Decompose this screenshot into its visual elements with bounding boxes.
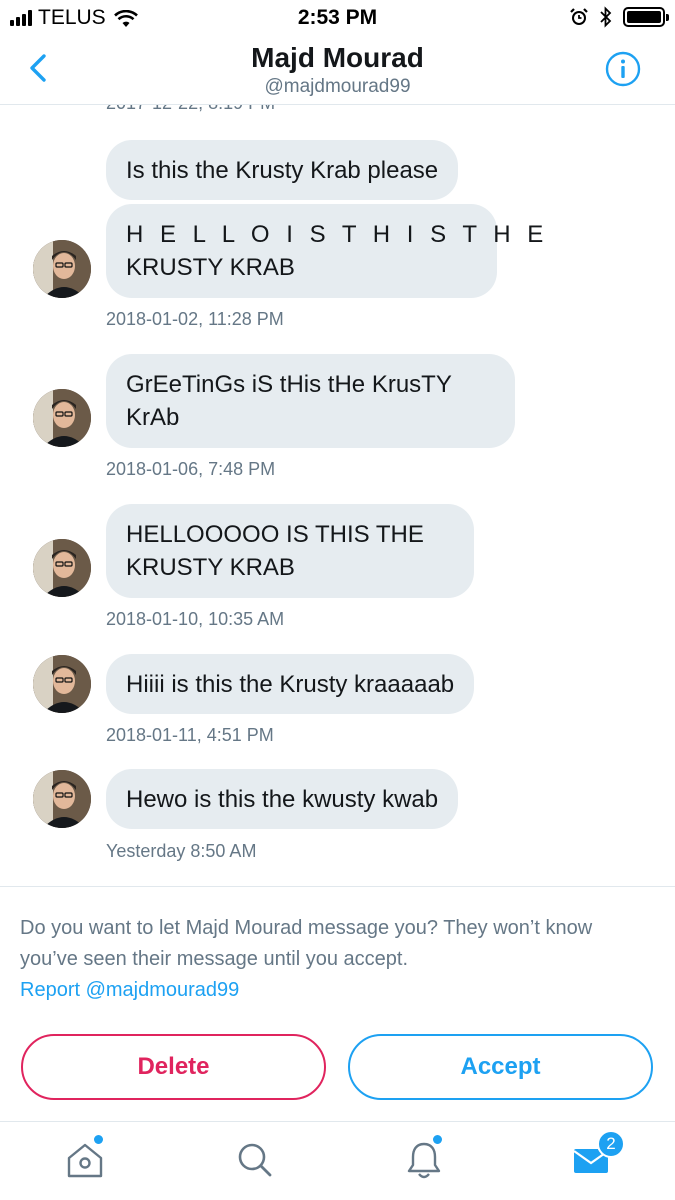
- message-timestamp: 2017-12-22, 8:19 PM: [106, 105, 275, 114]
- message-text: H E L L O I S T H I S T H E: [126, 221, 549, 248]
- message-timestamp: 2018-01-02, 11:28 PM: [106, 309, 284, 329]
- avatar-photo-icon: [33, 655, 91, 713]
- message-timestamp: Yesterday 8:50 AM: [106, 841, 257, 861]
- message-bubble[interactable]: Is this the Krusty Krab please: [106, 140, 459, 200]
- message-text: HELLOOOOO IS THIS THE: [126, 521, 424, 548]
- home-icon[interactable]: [63, 1138, 107, 1182]
- message-request-panel: Do you want to let Majd Mourad message y…: [0, 886, 675, 1121]
- avatar-photo-icon: [33, 539, 91, 597]
- message-bubble[interactable]: Hiiii is this the Krusty kraaaaab: [106, 654, 475, 714]
- message-bubble[interactable]: GrEeTinGs iS tHis tHe KrusTY KrAb: [106, 354, 515, 448]
- tab-bar: 2: [0, 1121, 675, 1200]
- search-icon[interactable]: [233, 1138, 277, 1182]
- report-link[interactable]: Report @majdmourad99: [20, 975, 239, 1006]
- message-text: Hiiii is this the Krusty kraaaaab: [126, 671, 455, 698]
- message-timestamp: 2018-01-06, 7:48 PM: [106, 459, 276, 479]
- status-bar: TELUS 2:53 PM: [0, 0, 675, 34]
- notifications-unread-dot: [433, 1135, 442, 1144]
- avatar[interactable]: [33, 770, 91, 828]
- message-bubble[interactable]: Hewo is this the kwusty kwab: [106, 769, 459, 829]
- battery-icon: [623, 7, 669, 27]
- message-text: KRUSTY KRAB: [126, 254, 295, 281]
- conversation-title: Majd Mourad @majdmourad99: [0, 42, 675, 98]
- avatar-photo-icon: [33, 770, 91, 828]
- home-unread-dot: [94, 1135, 103, 1144]
- message-thread[interactable]: 2017-12-22, 8:19 PM Is this the Krusty K…: [0, 105, 675, 885]
- message-text: GrEeTinGs iS tHis tHe KrusTY: [126, 371, 452, 398]
- accept-button[interactable]: Accept: [348, 1034, 653, 1100]
- battery-fill: [627, 11, 661, 23]
- alarm-icon: [570, 8, 588, 25]
- info-icon[interactable]: [605, 51, 641, 87]
- conversation-header: Majd Mourad @majdmourad99: [0, 34, 675, 105]
- messages-badge: 2: [597, 1130, 625, 1158]
- message-timestamp: 2018-01-11, 4:51 PM: [106, 725, 274, 745]
- request-prompt: Do you want to let Majd Mourad message y…: [20, 917, 593, 970]
- avatar-photo-icon: [33, 240, 91, 298]
- message-bubble[interactable]: HELLOOOOO IS THIS THE KRUSTY KRAB: [106, 504, 474, 598]
- message-text: KrAb: [126, 404, 180, 431]
- delete-button[interactable]: Delete: [21, 1034, 326, 1100]
- avatar[interactable]: [33, 539, 91, 597]
- avatar[interactable]: [33, 655, 91, 713]
- contact-handle: @majdmourad99: [264, 76, 411, 97]
- bell-icon[interactable]: [402, 1138, 446, 1182]
- status-right: [569, 6, 669, 28]
- avatar[interactable]: [33, 389, 91, 447]
- bluetooth-icon: [600, 6, 612, 28]
- message-text: Hewo is this the kwusty kwab: [126, 786, 439, 813]
- avatar-photo-icon: [33, 389, 91, 447]
- avatar[interactable]: [33, 240, 91, 298]
- message-text: Is this the Krusty Krab please: [126, 157, 439, 184]
- contact-name: Majd Mourad: [251, 42, 424, 73]
- message-bubble[interactable]: H E L L O I S T H I S T H E KRUSTY KRAB: [106, 204, 549, 298]
- message-text: KRUSTY KRAB: [126, 554, 295, 581]
- message-timestamp: 2018-01-10, 10:35 AM: [106, 609, 285, 629]
